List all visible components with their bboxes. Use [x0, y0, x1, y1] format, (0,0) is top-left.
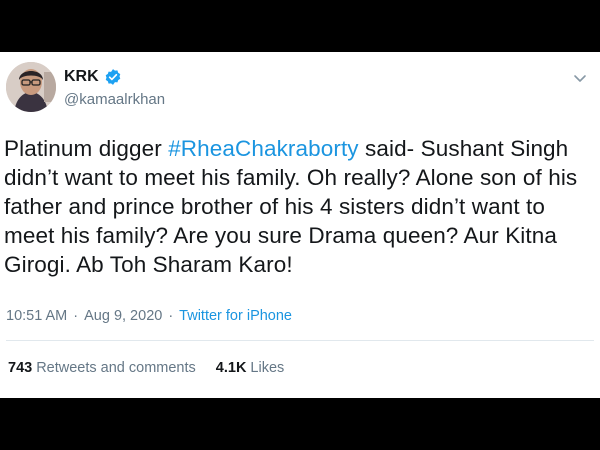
retweets-stat[interactable]: 743 Retweets and comments [8, 360, 196, 376]
avatar[interactable] [6, 62, 56, 112]
retweets-count: 743 [8, 360, 33, 376]
tweet-time[interactable]: 10:51 AM [6, 308, 67, 324]
meta-separator: · [73, 308, 79, 324]
likes-count: 4.1K [215, 360, 247, 376]
author-name-row: KRK [64, 68, 122, 86]
hashtag-link[interactable]: #RheaChakraborty [168, 136, 358, 161]
tweet-text-before: Platinum digger [4, 136, 169, 161]
divider [6, 340, 594, 341]
verified-badge-icon [105, 69, 120, 85]
likes-label: Likes [250, 360, 285, 376]
tweet-date[interactable]: Aug 9, 2020 [84, 308, 162, 324]
tweet-card: KRK @kamaalrkhan Platinum digger #RheaCh… [0, 52, 600, 398]
meta-separator-2: · [168, 308, 174, 324]
tweet-source-link[interactable]: Twitter for iPhone [179, 308, 292, 324]
retweets-label: Retweets and comments [36, 360, 196, 376]
tweet-text: Platinum digger #RheaChakraborty said- S… [4, 134, 592, 279]
likes-stat[interactable]: 4.1K Likes [216, 360, 285, 376]
avatar-photo [6, 62, 56, 112]
tweet-stats: 743 Retweets and comments 4.1K Likes [8, 360, 284, 376]
author-name[interactable]: KRK [64, 68, 99, 86]
tweet-meta: 10:51 AM · Aug 9, 2020 · Twitter for iPh… [6, 308, 292, 324]
chevron-down-icon[interactable] [572, 70, 588, 86]
author-handle[interactable]: @kamaalrkhan [64, 91, 165, 108]
